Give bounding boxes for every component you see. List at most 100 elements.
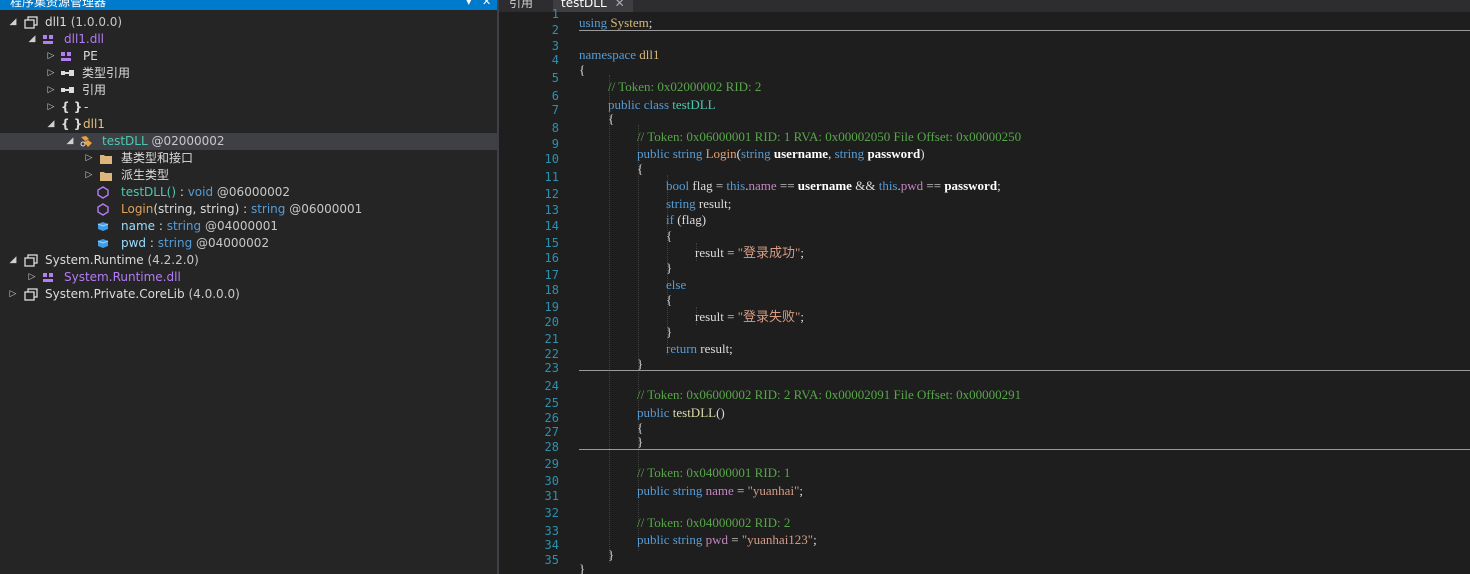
dropdown-icon[interactable]: ▾: [466, 0, 472, 10]
expand-arrow-icon[interactable]: ▷: [46, 65, 56, 82]
field-icon: [97, 239, 109, 248]
code-line-5: // Token: 0x02000002 RID: 2: [608, 79, 762, 94]
line-number: 7: [551, 103, 559, 117]
code-line-29: // Token: 0x04000001 RID: 1: [637, 465, 791, 480]
code-line-12: string result;: [666, 196, 732, 211]
code-line-1: using System;: [579, 15, 653, 30]
line-number: 31: [544, 489, 559, 503]
code-line-15: result = "登录成功";: [695, 245, 804, 260]
tree-node-dll1-module[interactable]: ◢ dll1.dll: [0, 31, 497, 48]
line-number: 20: [544, 315, 559, 329]
line-number: 16: [544, 251, 559, 265]
line-number: 17: [544, 268, 559, 282]
tab-label: 引用: [509, 0, 534, 10]
tab-close-icon[interactable]: ✕: [615, 0, 625, 10]
expand-arrow-icon[interactable]: ▷: [8, 286, 18, 303]
node-label: 类型引用: [82, 66, 131, 80]
expand-arrow-icon[interactable]: ▷: [46, 48, 56, 65]
node-label: 派生类型: [121, 168, 170, 182]
line-number: 18: [544, 283, 559, 297]
expand-arrow-icon[interactable]: ◢: [8, 252, 18, 269]
code-line-24: // Token: 0x06000002 RID: 2 RVA: 0x00002…: [637, 387, 1022, 402]
tree-node-name-field[interactable]: name : string @04000001: [0, 218, 497, 235]
tree-node-type-references[interactable]: ▷ 类型引用: [0, 65, 497, 82]
assembly-explorer-panel: 程序集资源管理器 ▾ ✕ ◢ dll1 (1.0.0.0) ◢ dll1.dll…: [0, 0, 497, 574]
line-number: 2: [551, 23, 559, 37]
node-label: 引用: [82, 83, 107, 97]
node-token: @02000002: [147, 134, 225, 148]
class-icon: [80, 136, 92, 147]
code-line-10: {: [637, 161, 644, 176]
node-label: -: [84, 100, 89, 114]
line-number: 5: [551, 71, 559, 85]
expand-arrow-icon[interactable]: ◢: [8, 14, 18, 31]
tree-node-system-runtime-dll[interactable]: ▷ System.Runtime.dll: [0, 269, 497, 286]
close-icon[interactable]: ✕: [482, 0, 491, 10]
tree-node-empty-namespace[interactable]: ▷ { } -: [0, 99, 497, 116]
code-line-4: {: [579, 62, 586, 77]
member-token: @06000002: [213, 185, 291, 199]
code-line-13: if (flag): [666, 212, 707, 227]
line-number: 35: [544, 553, 559, 567]
tree-node-pwd-field[interactable]: pwd : string @04000002: [0, 235, 497, 252]
expand-arrow-icon[interactable]: ▷: [27, 269, 37, 286]
line-number: 3: [551, 39, 559, 53]
code-line-21: return result;: [666, 341, 733, 356]
node-label: dll1: [45, 15, 67, 29]
node-label: System.Runtime: [45, 253, 144, 267]
member-name: Login: [121, 202, 154, 216]
code-line-16: }: [666, 260, 673, 275]
reference-icon: [61, 70, 74, 76]
node-label: System.Private.CoreLib: [45, 287, 185, 301]
tree-node-pe[interactable]: ▷ PE: [0, 48, 497, 65]
node-version: (4.0.0.0): [184, 287, 240, 301]
line-number: 27: [544, 425, 559, 439]
code-line-34: }: [608, 547, 615, 562]
code-view[interactable]: using System; namespace dll1 { // Token:…: [579, 12, 1469, 574]
tree-node-base-types[interactable]: ▷ 基类型和接口: [0, 150, 497, 167]
tab-testdll[interactable]: testDLL ✕: [553, 0, 633, 12]
code-line-25: public testDLL(): [637, 405, 725, 420]
code-line-7: {: [608, 111, 615, 126]
line-number: 1: [551, 7, 559, 21]
node-label: dll1: [83, 117, 105, 131]
code-line-17: else: [666, 277, 687, 292]
panel-title: 程序集资源管理器: [10, 0, 107, 9]
code-editor: 引用 testDLL ✕ 1 2 3 4 5 6 7 8 9 10 11 12 13 14 15 16 17 18 1…: [499, 0, 1470, 574]
tree-node-references[interactable]: ▷ 引用: [0, 82, 497, 99]
line-number: 21: [544, 332, 559, 346]
expand-arrow-icon[interactable]: ▷: [46, 82, 56, 99]
tree-node-system-runtime[interactable]: ◢ System.Runtime (4.2.2.0): [0, 252, 497, 269]
expand-arrow-icon[interactable]: ◢: [65, 133, 75, 150]
expand-arrow-icon[interactable]: ◢: [46, 116, 56, 133]
field-icon: [97, 222, 109, 231]
tree-node-login-method[interactable]: Login(string, string) : string @06000001: [0, 201, 497, 218]
tree-node-dll1-namespace[interactable]: ◢ { } dll1: [0, 116, 497, 133]
member-token: @06000001: [285, 202, 363, 216]
tree-node-derived-types[interactable]: ▷ 派生类型: [0, 167, 497, 184]
line-number: 12: [544, 187, 559, 201]
namespace-icon: { }: [61, 117, 83, 131]
tree-node-dll1-assembly[interactable]: ◢ dll1 (1.0.0.0): [0, 14, 497, 31]
member-type: string: [250, 202, 286, 216]
expand-arrow-icon[interactable]: ◢: [27, 31, 37, 48]
line-number: 8: [551, 121, 559, 135]
line-number: 33: [544, 524, 559, 538]
expand-arrow-icon[interactable]: ▷: [84, 150, 94, 167]
expand-arrow-icon[interactable]: ▷: [46, 99, 56, 116]
indent-guide: [609, 75, 610, 563]
line-number: 34: [544, 538, 559, 552]
tab-bar: 引用 testDLL ✕: [499, 0, 1470, 12]
line-number: 19: [544, 300, 559, 314]
tab-references[interactable]: 引用: [501, 0, 541, 12]
line-number: 11: [544, 170, 559, 184]
code-line-20: }: [666, 324, 673, 339]
tree-node-ctor[interactable]: testDLL() : void @06000002: [0, 184, 497, 201]
tree-node-testdll-class[interactable]: ◢ testDLL @02000002: [0, 133, 497, 150]
module-icon: [43, 273, 53, 282]
pe-icon: [61, 52, 71, 61]
code-line-32: // Token: 0x04000002 RID: 2: [637, 515, 791, 530]
tree-node-system-private-corelib[interactable]: ▷ System.Private.CoreLib (4.0.0.0): [0, 286, 497, 303]
expand-arrow-icon[interactable]: ▷: [84, 167, 94, 184]
line-number: 10: [544, 152, 559, 166]
